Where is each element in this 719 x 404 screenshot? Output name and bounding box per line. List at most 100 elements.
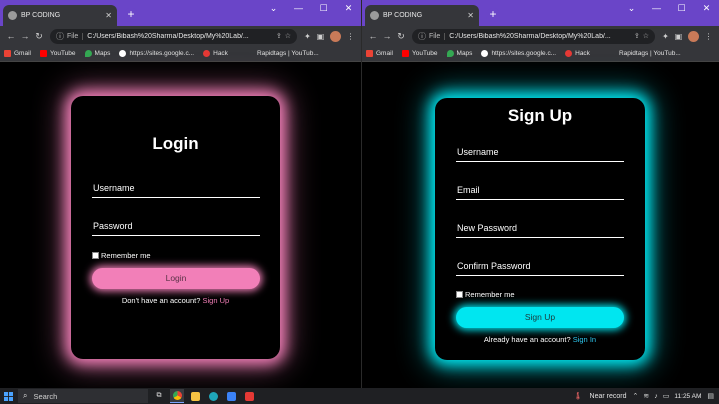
signin-link[interactable]: Sign In	[573, 335, 596, 344]
minimize-button[interactable]: —	[286, 0, 311, 16]
bookmarks-bar: Gmail YouTube Maps https://sites.google.…	[0, 46, 361, 62]
reload-icon[interactable]: ↻	[394, 31, 408, 42]
weather-text[interactable]: Near record	[590, 393, 627, 400]
tab-search-icon[interactable]: ⌄	[261, 0, 286, 16]
bookmark-rapidtags[interactable]: Rapidtags | YouTub...	[619, 50, 681, 57]
app-icon	[244, 391, 254, 401]
close-window-button[interactable]: ✕	[694, 0, 719, 16]
email-field[interactable]	[456, 180, 624, 200]
bookmark-sites[interactable]: https://sites.google.c...	[481, 50, 556, 57]
password-field[interactable]	[92, 216, 260, 236]
new-password-field[interactable]	[456, 218, 624, 238]
email-input[interactable]	[456, 180, 624, 200]
maximize-button[interactable]: ☐	[669, 0, 694, 16]
notification-icon[interactable]: ▤	[707, 392, 714, 400]
info-icon[interactable]: ⓘ	[418, 31, 426, 42]
tab-search-icon[interactable]: ⌄	[619, 0, 644, 16]
address-bar[interactable]: ⓘ File C:/Users/Bibash%20Sharma/Desktop/…	[50, 28, 297, 44]
new-tab-button[interactable]: +	[124, 8, 138, 22]
bookmark-hack[interactable]: Hack	[203, 50, 228, 57]
bookmark-maps[interactable]: Maps	[84, 50, 110, 57]
bookmark-label: https://sites.google.c...	[129, 50, 195, 57]
close-window-button[interactable]: ✕	[336, 0, 361, 16]
address-bar[interactable]: ⓘ File C:/Users/Bibash%20Sharma/Desktop/…	[412, 28, 655, 44]
bookmark-maps[interactable]: Maps	[446, 50, 472, 57]
close-tab-icon[interactable]: ✕	[105, 11, 112, 20]
username-input[interactable]	[456, 142, 624, 162]
bookmark-hack[interactable]: Hack	[565, 50, 590, 57]
bookmark-rapidtags[interactable]: Rapidtags | YouTub...	[257, 50, 319, 57]
forward-icon[interactable]: →	[380, 31, 394, 41]
username-field[interactable]	[92, 178, 260, 198]
star-icon[interactable]: ☆	[285, 32, 291, 40]
battery-icon[interactable]: ▭	[663, 392, 670, 400]
minimize-button[interactable]: —	[644, 0, 669, 16]
extensions-icon[interactable]: ✦	[659, 32, 672, 41]
close-tab-icon[interactable]: ✕	[467, 11, 474, 20]
confirm-password-input[interactable]	[456, 256, 624, 276]
task-view-icon[interactable]: ⧉	[152, 389, 166, 403]
bookmark-gmail[interactable]: Gmail	[4, 50, 31, 57]
profile-avatar[interactable]	[688, 30, 699, 42]
star-icon[interactable]: ☆	[643, 32, 649, 40]
volume-icon[interactable]: ♪	[654, 393, 658, 400]
bookmark-label: Rapidtags | YouTub...	[618, 50, 681, 57]
page-content: Sign Up Remember me Sign Up Already have…	[362, 62, 719, 388]
windows-icon	[3, 391, 13, 401]
signup-prompt: Don't have an account? Sign Up	[71, 296, 280, 305]
profile-avatar[interactable]	[330, 30, 341, 42]
menu-icon[interactable]: ⋮	[702, 32, 715, 41]
back-icon[interactable]: ←	[366, 31, 380, 41]
bookmark-label: Rapidtags | YouTub...	[256, 50, 319, 57]
app-taskbar-icon[interactable]	[242, 389, 256, 403]
share-icon[interactable]: ⇪	[634, 32, 640, 40]
wifi-icon[interactable]: ≋	[643, 392, 649, 400]
signup-link[interactable]: Sign Up	[202, 296, 229, 305]
remember-me-row[interactable]: Remember me	[456, 290, 515, 299]
sidebar-icon[interactable]: ▣	[672, 32, 685, 41]
share-icon[interactable]: ⇪	[276, 32, 282, 40]
bookmark-youtube[interactable]: YouTube	[39, 50, 76, 57]
reload-icon[interactable]: ↻	[32, 31, 46, 42]
globe-icon	[370, 11, 379, 20]
edge-taskbar-icon[interactable]	[206, 389, 220, 403]
start-button[interactable]	[0, 388, 16, 404]
extensions-icon[interactable]: ✦	[301, 32, 314, 41]
chevron-up-icon[interactable]: ⌃	[633, 392, 639, 400]
bookmark-gmail[interactable]: Gmail	[366, 50, 393, 57]
browser-tab[interactable]: BP CODING ✕	[365, 5, 479, 26]
back-icon[interactable]: ←	[4, 31, 18, 41]
sidebar-icon[interactable]: ▣	[314, 32, 327, 41]
login-button[interactable]: Login	[92, 268, 260, 289]
browser-tab[interactable]: BP CODING ✕	[3, 5, 117, 26]
taskbar-search[interactable]: ⌕ Search	[18, 389, 148, 403]
bookmark-sites[interactable]: https://sites.google.c...	[119, 50, 194, 57]
url-text[interactable]: C:/Users/Bibash%20Sharma/Desktop/My%20La…	[87, 33, 273, 40]
taskbar: ⌕ Search ⧉ 🌡 Near record ⌃ ≋ ♪ ▭ 11:25 A…	[0, 388, 719, 404]
username-input[interactable]	[92, 178, 260, 198]
bookmark-label: https://sites.google.c...	[491, 50, 557, 57]
signup-title: Sign Up	[507, 106, 573, 125]
maximize-button[interactable]: ☐	[311, 0, 336, 16]
new-tab-button[interactable]: +	[486, 8, 500, 22]
chrome-taskbar-icon[interactable]	[170, 389, 184, 403]
username-field[interactable]	[456, 142, 624, 162]
store-taskbar-icon[interactable]	[224, 389, 238, 403]
url-text[interactable]: C:/Users/Bibash%20Sharma/Desktop/My%20La…	[449, 33, 631, 40]
confirm-password-field[interactable]	[456, 256, 624, 276]
info-icon[interactable]: ⓘ	[56, 31, 64, 42]
remember-me-row[interactable]: Remember me	[92, 251, 151, 260]
youtube-icon	[39, 50, 47, 57]
file-explorer-taskbar-icon[interactable]	[188, 389, 202, 403]
password-input[interactable]	[92, 216, 260, 236]
new-password-input[interactable]	[456, 218, 624, 238]
bookmark-youtube[interactable]: YouTube	[401, 50, 438, 57]
remember-me-checkbox[interactable]	[92, 252, 99, 259]
hack-icon	[203, 50, 211, 57]
signup-button[interactable]: Sign Up	[456, 307, 624, 328]
clock[interactable]: 11:25 AM	[674, 393, 701, 400]
forward-icon[interactable]: →	[18, 31, 32, 41]
system-tray: 🌡 Near record ⌃ ≋ ♪ ▭ 11:25 AM ▤	[574, 388, 719, 404]
remember-me-checkbox[interactable]	[456, 291, 463, 298]
menu-icon[interactable]: ⋮	[344, 32, 357, 41]
